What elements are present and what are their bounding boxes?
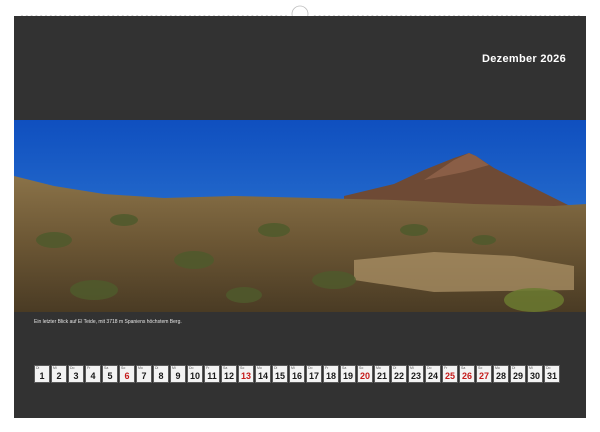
day-number: 8 bbox=[158, 371, 164, 381]
day-cell: Fr 4 bbox=[85, 365, 101, 383]
day-cell: Sa 12 bbox=[221, 365, 237, 383]
day-cell: Do 24 bbox=[425, 365, 441, 383]
day-cell: So 6 bbox=[119, 365, 135, 383]
day-cell: Mi 2 bbox=[51, 365, 67, 383]
day-cell: Mo 21 bbox=[374, 365, 390, 383]
weekday-label: So bbox=[240, 366, 245, 370]
weekday-label: So bbox=[478, 366, 483, 370]
weekday-label: Sa bbox=[223, 366, 228, 370]
day-cell: Di 22 bbox=[391, 365, 407, 383]
day-cell: Do 31 bbox=[544, 365, 560, 383]
weekday-label: Di bbox=[512, 366, 516, 370]
weekday-label: Mo bbox=[138, 366, 143, 370]
day-number: 3 bbox=[73, 371, 79, 381]
day-cell: So 20 bbox=[357, 365, 373, 383]
weekday-label: Do bbox=[189, 366, 194, 370]
day-number: 4 bbox=[90, 371, 96, 381]
weekday-label: Di bbox=[36, 366, 40, 370]
day-number: 18 bbox=[325, 371, 336, 381]
day-cell: Fr 25 bbox=[442, 365, 458, 383]
weekday-label: Do bbox=[70, 366, 75, 370]
weekday-label: Sa bbox=[461, 366, 466, 370]
day-number: 20 bbox=[359, 371, 370, 381]
weekday-label: So bbox=[121, 366, 126, 370]
day-number: 29 bbox=[512, 371, 523, 381]
day-cell: Di 8 bbox=[153, 365, 169, 383]
day-cell: Mi 16 bbox=[289, 365, 305, 383]
day-number: 7 bbox=[141, 371, 147, 381]
weekday-label: So bbox=[359, 366, 364, 370]
day-cell: Sa 19 bbox=[340, 365, 356, 383]
day-cell: Sa 5 bbox=[102, 365, 118, 383]
day-number: 25 bbox=[444, 371, 455, 381]
day-cell: Do 17 bbox=[306, 365, 322, 383]
day-number: 12 bbox=[223, 371, 234, 381]
day-number: 27 bbox=[478, 371, 489, 381]
calendar-sheet: Dezember 2026 Ein letzter Blick auf El T… bbox=[14, 16, 586, 418]
day-number: 2 bbox=[56, 371, 62, 381]
weekday-label: Di bbox=[274, 366, 278, 370]
day-number: 24 bbox=[427, 371, 438, 381]
day-number: 5 bbox=[107, 371, 113, 381]
weekday-label: Di bbox=[155, 366, 159, 370]
day-number: 14 bbox=[257, 371, 268, 381]
weekday-label: Mi bbox=[291, 366, 295, 370]
weekday-label: Fr bbox=[325, 366, 329, 370]
day-number: 15 bbox=[274, 371, 285, 381]
month-title: Dezember 2026 bbox=[481, 53, 566, 65]
weekday-label: Do bbox=[427, 366, 432, 370]
landscape-photo bbox=[14, 120, 586, 312]
day-cell: So 27 bbox=[476, 365, 492, 383]
day-number: 23 bbox=[410, 371, 421, 381]
day-number: 16 bbox=[291, 371, 302, 381]
weekday-label: Sa bbox=[104, 366, 109, 370]
day-cell: Mo 14 bbox=[255, 365, 271, 383]
day-cell: Do 3 bbox=[68, 365, 84, 383]
weekday-label: Mi bbox=[53, 366, 57, 370]
day-cell: Di 15 bbox=[272, 365, 288, 383]
weekday-label: Sa bbox=[342, 366, 347, 370]
day-number: 13 bbox=[240, 371, 251, 381]
weekday-label: Do bbox=[546, 366, 551, 370]
day-number: 11 bbox=[207, 371, 217, 381]
day-cell: Mi 23 bbox=[408, 365, 424, 383]
day-cell: Do 10 bbox=[187, 365, 203, 383]
weekday-label: Fr bbox=[444, 366, 448, 370]
day-cell: Mo 7 bbox=[136, 365, 152, 383]
day-number: 22 bbox=[393, 371, 404, 381]
day-number: 21 bbox=[376, 371, 387, 381]
day-number: 9 bbox=[175, 371, 181, 381]
day-cell: Sa 26 bbox=[459, 365, 475, 383]
day-number: 30 bbox=[529, 371, 540, 381]
day-number: 1 bbox=[39, 371, 45, 381]
weekday-label: Fr bbox=[87, 366, 91, 370]
day-cell: Fr 18 bbox=[323, 365, 339, 383]
day-cell: Di 1 bbox=[34, 365, 50, 383]
day-number: 10 bbox=[189, 371, 200, 381]
weekday-label: Di bbox=[393, 366, 397, 370]
weekday-label: Mo bbox=[257, 366, 262, 370]
day-strip: Di 1 Mi 2 Do 3 Fr 4 Sa 5 So 6 Mo 7 Di 8 Mi 9 Do 10 Fr 11 Sa 12 S… bbox=[34, 365, 560, 383]
photo-caption: Ein letzter Blick auf El Teide, mit 3718… bbox=[34, 319, 182, 325]
day-number: 31 bbox=[546, 371, 557, 381]
day-number: 17 bbox=[308, 371, 319, 381]
weekday-label: Mo bbox=[376, 366, 381, 370]
day-number: 26 bbox=[461, 371, 472, 381]
weekday-label: Mi bbox=[172, 366, 176, 370]
day-cell: Fr 11 bbox=[204, 365, 220, 383]
weekday-label: Mo bbox=[495, 366, 500, 370]
day-cell: So 13 bbox=[238, 365, 254, 383]
day-cell: Mi 9 bbox=[170, 365, 186, 383]
day-number: 28 bbox=[495, 371, 506, 381]
weekday-label: Mi bbox=[410, 366, 414, 370]
weekday-label: Do bbox=[308, 366, 313, 370]
weekday-label: Fr bbox=[206, 366, 210, 370]
day-cell: Mo 28 bbox=[493, 365, 509, 383]
weekday-label: Mi bbox=[529, 366, 533, 370]
day-number: 6 bbox=[124, 371, 130, 381]
day-cell: Mi 30 bbox=[527, 365, 543, 383]
day-number: 19 bbox=[342, 371, 353, 381]
day-cell: Di 29 bbox=[510, 365, 526, 383]
